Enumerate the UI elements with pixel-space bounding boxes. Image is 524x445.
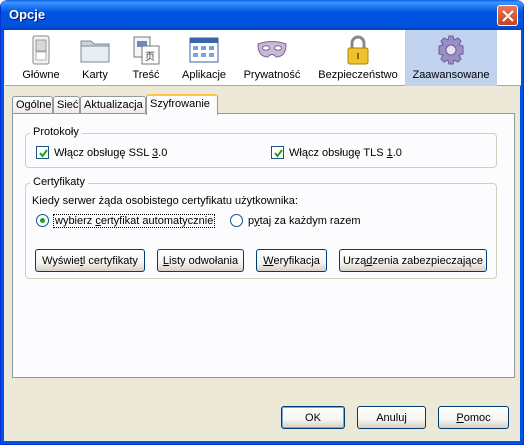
- pane-general[interactable]: Główne: [15, 30, 67, 86]
- security-devices-button[interactable]: Urzą d zenia zabezpieczające: [339, 249, 487, 272]
- tab-update[interactable]: Aktualizacja: [80, 96, 146, 114]
- tab-label: Szyfrowanie: [150, 98, 210, 110]
- pane-content[interactable]: 页 Treść: [124, 30, 168, 86]
- ask-every-time-radio-row[interactable]: pytaj za każdym razem: [230, 214, 361, 227]
- pane-label: Aplikacje: [181, 69, 227, 81]
- tab-label: Aktualizacja: [84, 99, 143, 111]
- ssl3-label: Włącz obsługę SSL 3.0: [54, 146, 168, 159]
- checkmark-icon: [39, 149, 48, 158]
- pane-label: Prywatność: [243, 69, 301, 81]
- certificates-group: Certyfikaty Kiedy serwer żąda osobistego…: [25, 176, 497, 279]
- ssl3-checkbox[interactable]: [36, 146, 49, 159]
- privacy-mask-icon: [257, 41, 287, 58]
- tab-encryption[interactable]: Szyfrowanie: [146, 94, 218, 115]
- pane-label: Zaawansowane: [412, 69, 490, 81]
- preferences-pane-toolbar: Główne Karty 页 Treść Aplikacje Prywatnoś…: [5, 30, 521, 86]
- pane-label: Bezpieczeństwo: [318, 69, 398, 81]
- pane-security[interactable]: Bezpieczeństwo: [313, 30, 403, 86]
- help-button[interactable]: Pomoc: [438, 406, 509, 429]
- tab-general[interactable]: Ogólne: [12, 96, 53, 114]
- tls1-label: Włącz obsługę TLS 1.0: [289, 146, 402, 159]
- view-certificates-button[interactable]: Wyświe t l certyfikaty: [35, 249, 145, 272]
- cancel-button[interactable]: Anuluj: [357, 406, 426, 429]
- certificate-prompt: Kiedy serwer żąda osobistego certyfikatu…: [32, 195, 298, 207]
- content-document-icon: 页: [133, 36, 160, 65]
- pane-label: Treść: [132, 69, 160, 81]
- tab-label: Sieć: [57, 99, 79, 111]
- tab-label: Ogólne: [16, 99, 52, 111]
- group-title: Protokoły: [30, 126, 82, 138]
- auto-select-radio[interactable]: [36, 214, 49, 227]
- general-switch-icon: [32, 35, 50, 65]
- encryption-panel: Protokoły Włącz obsługę SSL 3.0 Włącz ob…: [12, 113, 515, 378]
- options-window: Opcje Główne Karty 页 Treść Aplikacje Pry…: [0, 0, 524, 445]
- pane-applications[interactable]: Aplikacje: [176, 30, 232, 86]
- tls1-checkbox[interactable]: [271, 146, 284, 159]
- close-button[interactable]: [497, 5, 518, 26]
- tab-network[interactable]: Sieć: [53, 96, 80, 114]
- window-frame-right: [520, 30, 523, 444]
- pane-label: Główne: [22, 69, 60, 81]
- verification-button[interactable]: Weryfikacja: [256, 249, 327, 272]
- group-title: Certyfikaty: [30, 176, 88, 188]
- close-icon: [502, 10, 514, 22]
- pane-privacy[interactable]: Prywatność: [239, 30, 305, 86]
- window-frame-bottom: [1, 441, 523, 444]
- auto-select-radio-row[interactable]: wybierz certyfikat automatycznie: [36, 213, 216, 228]
- security-padlock-icon: [347, 35, 369, 65]
- svg-text:页: 页: [145, 51, 155, 63]
- pane-label: Karty: [82, 69, 108, 81]
- checkmark-icon: [274, 149, 283, 158]
- ask-every-time-label: pytaj za każdym razem: [248, 214, 361, 227]
- revocation-lists-button[interactable]: Listy odwołania: [157, 249, 244, 272]
- ok-button[interactable]: OK: [281, 406, 345, 429]
- pane-advanced[interactable]: Zaawansowane: [405, 30, 497, 86]
- advanced-gear-icon: [438, 35, 464, 65]
- tls1-checkbox-row[interactable]: Włącz obsługę TLS 1.0: [271, 146, 402, 159]
- pane-tabs[interactable]: Karty: [73, 30, 117, 86]
- ask-every-time-radio[interactable]: [230, 214, 243, 227]
- protocols-group: Protokoły Włącz obsługę SSL 3.0 Włącz ob…: [25, 126, 497, 168]
- auto-select-label: wybierz certyfikat automatycznie: [52, 213, 216, 228]
- title-bar[interactable]: Opcje: [1, 0, 523, 30]
- window-frame-left: [1, 30, 4, 444]
- folder-tabs-icon: [80, 40, 110, 63]
- ssl3-checkbox-row[interactable]: Włącz obsługę SSL 3.0: [36, 146, 167, 159]
- applications-window-icon: [189, 37, 219, 63]
- window-title: Opcje: [9, 7, 46, 22]
